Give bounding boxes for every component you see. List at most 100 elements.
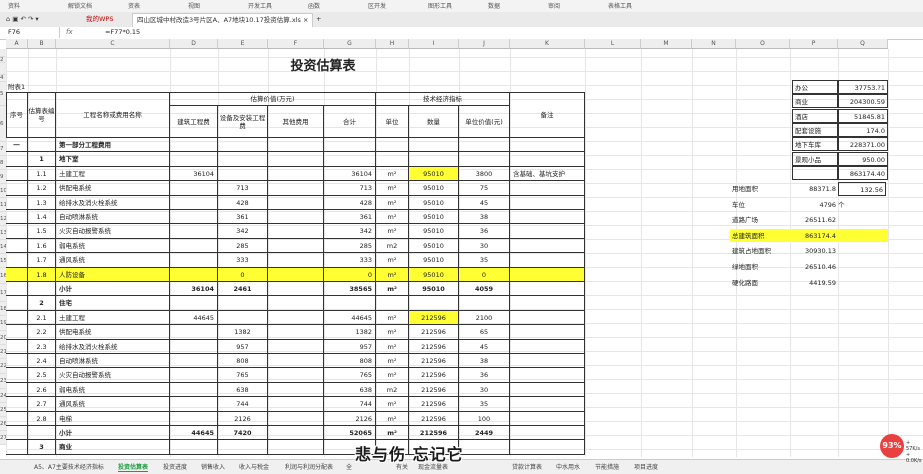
cell-v[interactable]: 2100 [459,310,510,326]
cell-name[interactable]: 通风系统 [56,397,170,412]
cell-e[interactable]: 7420 [218,426,268,441]
cell-seq[interactable] [6,382,28,398]
cell-seq[interactable] [6,325,28,340]
cell-c[interactable] [170,210,218,225]
cell-e[interactable]: 342 [218,224,268,239]
cell-name[interactable]: 人防设备 [56,267,170,282]
table-row[interactable]: 2.6 弱电系统 638 638 m2 212596 30 [6,382,585,398]
cell-k[interactable] [510,224,585,239]
cell-u[interactable]: m² [376,354,409,369]
cell-c[interactable]: 44645 [170,426,218,441]
cell-g[interactable]: 638 [324,382,376,398]
cell-e[interactable]: 2126 [218,411,268,426]
cell-code[interactable]: 1.3 [28,195,56,210]
cell-g[interactable]: 38565 [324,282,376,297]
table-row[interactable]: 1.5 火灾自动报警系统 342 342 m² 95010 36 [6,224,585,239]
column-header[interactable]: C [56,39,170,49]
table-row[interactable]: 1.6 弱电系统 285 285 m2 95010 30 [6,238,585,254]
cell-v[interactable] [459,152,510,167]
table-row[interactable]: 2.7 通风系统 744 744 m² 212596 35 [6,397,585,412]
column-header[interactable]: P [790,39,838,49]
cell-c[interactable] [170,440,218,455]
table-row[interactable]: 1.1 土建工程 36104 36104 m² 95010 3800 含基础、基坑支护 [6,166,585,182]
cell-k[interactable] [510,339,585,354]
cell-seq[interactable] [6,426,28,441]
cell-q[interactable]: 95010 [409,166,459,182]
cell-name[interactable]: 土建工程 [56,310,170,326]
table-row[interactable]: 3 商业 [6,440,585,455]
cell-q[interactable]: 95010 [409,282,459,297]
cell-e[interactable]: 957 [218,339,268,354]
cell-seq[interactable] [6,440,28,455]
sheet-tab[interactable]: 销售收入 [201,462,225,471]
cell-f[interactable] [268,296,324,311]
cell-k[interactable] [510,238,585,254]
sheet-tab[interactable]: 贷款计算表 [512,462,542,471]
cell-e[interactable] [218,166,268,182]
cell-v[interactable] [459,138,510,153]
sheet-tab[interactable]: 投资估算表 [118,462,149,472]
cell-c[interactable] [170,339,218,354]
cell-g[interactable]: 361 [324,210,376,225]
cell-u[interactable]: m² [376,339,409,354]
cell-name[interactable]: 火灾自动报警系统 [56,368,170,383]
cell-code[interactable]: 2.1 [28,310,56,326]
cell-v[interactable]: 2449 [459,426,510,441]
column-header[interactable]: B [28,39,56,49]
speed-badge[interactable]: 93% [880,434,904,458]
cell-code[interactable]: 1.8 [28,267,56,282]
cell-seq[interactable] [6,181,28,196]
table-row[interactable]: 1.7 通风系统 333 333 m² 95010 35 [6,253,585,268]
cell-v[interactable]: 38 [459,210,510,225]
cell-name[interactable]: 第一部分工程费用 [56,138,170,153]
cell-e[interactable]: 333 [218,253,268,268]
cell-k[interactable] [510,368,585,383]
cell-code[interactable]: 2.2 [28,325,56,340]
sheet-tab[interactable]: 全 [346,462,352,471]
table-row[interactable]: 1.2 供配电系统 713 713 m² 95010 75 [6,181,585,196]
cell-g[interactable]: 333 [324,253,376,268]
cell-g[interactable] [324,296,376,311]
cell-f[interactable] [268,354,324,369]
cell-g[interactable]: 1382 [324,325,376,340]
menu-item[interactable]: 资表 [128,1,140,10]
cell-u[interactable]: m² [376,411,409,426]
cell-v[interactable]: 75 [459,181,510,196]
cell-k[interactable] [510,325,585,340]
function-icon[interactable]: fx [66,27,73,38]
cell-u[interactable]: m² [376,166,409,182]
cell-f[interactable] [268,382,324,398]
cell-seq[interactable] [6,210,28,225]
cell-k[interactable] [510,426,585,441]
spreadsheet-grid[interactable]: 投资估算表 附表1 序号 估算表编号 工程名称或费用名称 估算价值(万元) 建筑工程费 设备及… [6,49,923,457]
cell-c[interactable] [170,354,218,369]
cell-c[interactable]: 36104 [170,282,218,297]
cell-seq[interactable] [6,224,28,239]
table-row[interactable]: 1 地下室 [6,152,585,167]
cell-name[interactable]: 弱电系统 [56,382,170,398]
cell-f[interactable] [268,339,324,354]
cell-q[interactable] [409,138,459,153]
new-tab-button[interactable]: + [312,13,325,26]
cell-e[interactable]: 808 [218,354,268,369]
cell-u[interactable]: m² [376,282,409,297]
cell-f[interactable] [268,152,324,167]
tab-workbook[interactable]: 四山区城中村改造3号片区A、A7地块10.17投资估算.xls × [132,13,314,27]
cell-c[interactable] [170,152,218,167]
cell-c[interactable]: 44645 [170,310,218,326]
cell-k[interactable]: 含基础、基坑支护 [510,166,585,182]
table-row[interactable]: 2 住宅 [6,296,585,311]
cell-c[interactable] [170,267,218,282]
cell-v[interactable]: 100 [459,411,510,426]
cell-code[interactable] [28,138,56,153]
cell-v[interactable]: 36 [459,224,510,239]
sheet-tab[interactable]: 投资进度 [163,462,187,471]
cell-g[interactable]: 744 [324,397,376,412]
cell-g[interactable]: 765 [324,368,376,383]
cell-v[interactable]: 30 [459,238,510,254]
cell-g[interactable]: 44645 [324,310,376,326]
cell-f[interactable] [268,253,324,268]
cell-seq[interactable] [6,253,28,268]
cell-f[interactable] [268,397,324,412]
cell-u[interactable]: m² [376,368,409,383]
